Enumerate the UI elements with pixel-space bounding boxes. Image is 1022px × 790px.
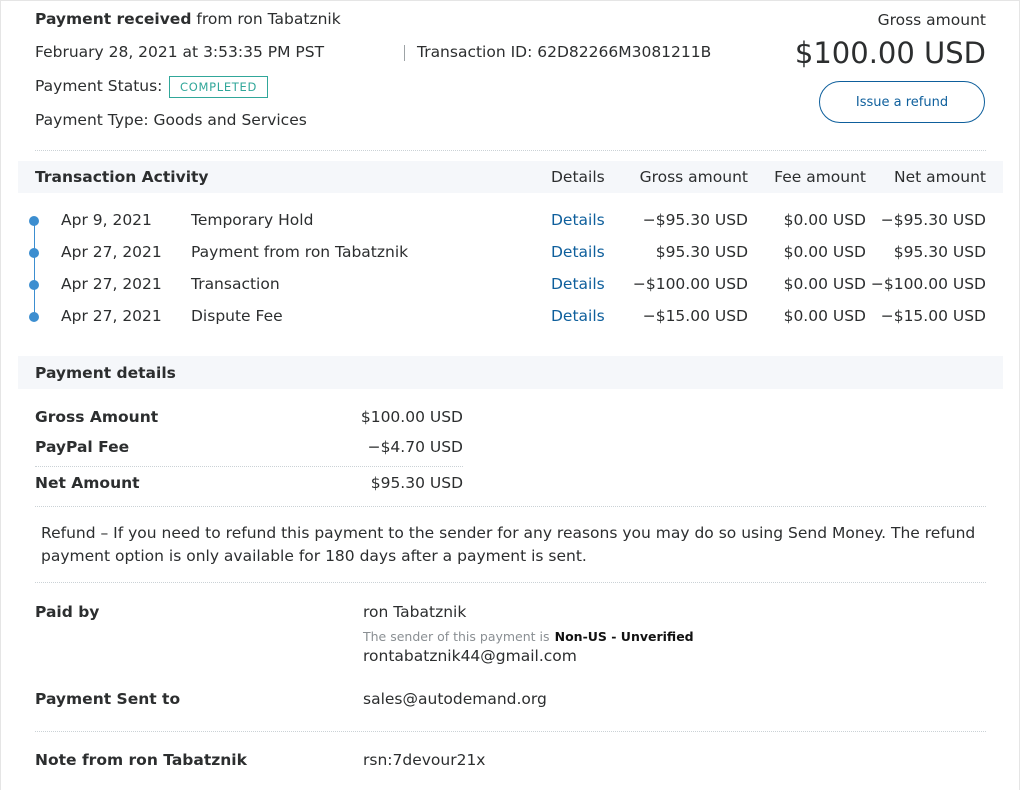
column-header-details: Details — [551, 168, 605, 186]
activity-date: Apr 27, 2021 — [61, 275, 162, 293]
divider — [35, 466, 463, 467]
status-badge: COMPLETED — [169, 76, 269, 98]
transaction-id: Transaction ID: 62D82266M3081211B — [417, 43, 712, 61]
details-link[interactable]: Details — [551, 307, 605, 325]
paid-by-name: ron Tabatznik — [363, 603, 467, 621]
payment-date: February 28, 2021 at 3:53:35 PM PST — [35, 43, 325, 61]
issue-refund-button[interactable]: Issue a refund — [819, 81, 985, 123]
activity-date: Apr 9, 2021 — [61, 211, 152, 229]
divider — [35, 150, 986, 151]
activity-description: Dispute Fee — [191, 307, 283, 325]
activity-title: Transaction Activity — [35, 168, 209, 186]
payment-received-heading: Payment received from ron Tabatznik — [35, 10, 341, 28]
payment-sent-to-label: Payment Sent to — [35, 690, 181, 708]
paid-by-label: Paid by — [35, 603, 100, 621]
paypal-fee-value: −$4.70 USD — [367, 438, 463, 456]
payment-received-label: Payment received — [35, 10, 192, 28]
activity-date: Apr 27, 2021 — [61, 243, 162, 261]
gross-amount-row-value: $100.00 USD — [360, 408, 463, 426]
divider — [35, 506, 986, 507]
paid-by-email: rontabatznik44@gmail.com — [363, 647, 577, 665]
timeline-line — [34, 220, 35, 317]
activity-net: $95.30 USD — [893, 243, 986, 261]
activity-date: Apr 27, 2021 — [61, 307, 162, 325]
activity-fee: $0.00 USD — [783, 307, 866, 325]
payment-status-label: Payment Status: — [35, 77, 163, 95]
payment-sent-to-value: sales@autodemand.org — [363, 690, 547, 708]
activity-net: −$100.00 USD — [870, 275, 986, 293]
details-link[interactable]: Details — [551, 211, 605, 229]
note-label: Note from ron Tabatznik — [35, 751, 247, 769]
net-amount-label: Net Amount — [35, 474, 140, 492]
activity-net: −$15.00 USD — [880, 307, 986, 325]
gross-amount-row-label: Gross Amount — [35, 408, 159, 426]
activity-description: Payment from ron Tabatznik — [191, 243, 409, 261]
activity-description: Temporary Hold — [191, 211, 314, 229]
refund-note-line1: Refund – If you need to refund this paym… — [41, 524, 976, 542]
activity-net: −$95.30 USD — [880, 211, 986, 229]
column-header-fee: Fee amount — [774, 168, 866, 186]
gross-amount-value: $100.00 USD — [794, 36, 986, 70]
net-amount-value: $95.30 USD — [370, 474, 463, 492]
payment-from-text: from ron Tabatznik — [196, 10, 341, 28]
timeline-dot — [29, 248, 39, 258]
divider — [35, 582, 986, 583]
activity-fee: $0.00 USD — [783, 211, 866, 229]
payment-details-title: Payment details — [35, 364, 176, 382]
note-value: rsn:7devour21x — [363, 751, 486, 769]
column-header-net: Net amount — [894, 168, 986, 186]
header-divider — [404, 45, 405, 61]
timeline-dot — [29, 312, 39, 322]
activity-gross: −$95.30 USD — [642, 211, 748, 229]
divider — [35, 731, 986, 732]
activity-fee: $0.00 USD — [783, 243, 866, 261]
sender-status: The sender of this payment is Non-US - U… — [363, 626, 694, 645]
details-link[interactable]: Details — [551, 243, 605, 261]
payment-type: Payment Type: Goods and Services — [35, 111, 307, 129]
refund-note-line2: payment option is only available for 180… — [41, 547, 587, 565]
sender-status-value: Non-US - Unverified — [554, 629, 694, 644]
activity-fee: $0.00 USD — [783, 275, 866, 293]
gross-amount-label: Gross amount — [877, 11, 986, 29]
sender-status-prefix: The sender of this payment is — [363, 629, 550, 644]
activity-gross: −$15.00 USD — [642, 307, 748, 325]
column-header-gross: Gross amount — [639, 168, 748, 186]
timeline-dot — [29, 216, 39, 226]
timeline-dot — [29, 280, 39, 290]
activity-description: Transaction — [191, 275, 280, 293]
paypal-fee-label: PayPal Fee — [35, 438, 130, 456]
activity-gross: $95.30 USD — [655, 243, 748, 261]
details-link[interactable]: Details — [551, 275, 605, 293]
activity-gross: −$100.00 USD — [632, 275, 748, 293]
